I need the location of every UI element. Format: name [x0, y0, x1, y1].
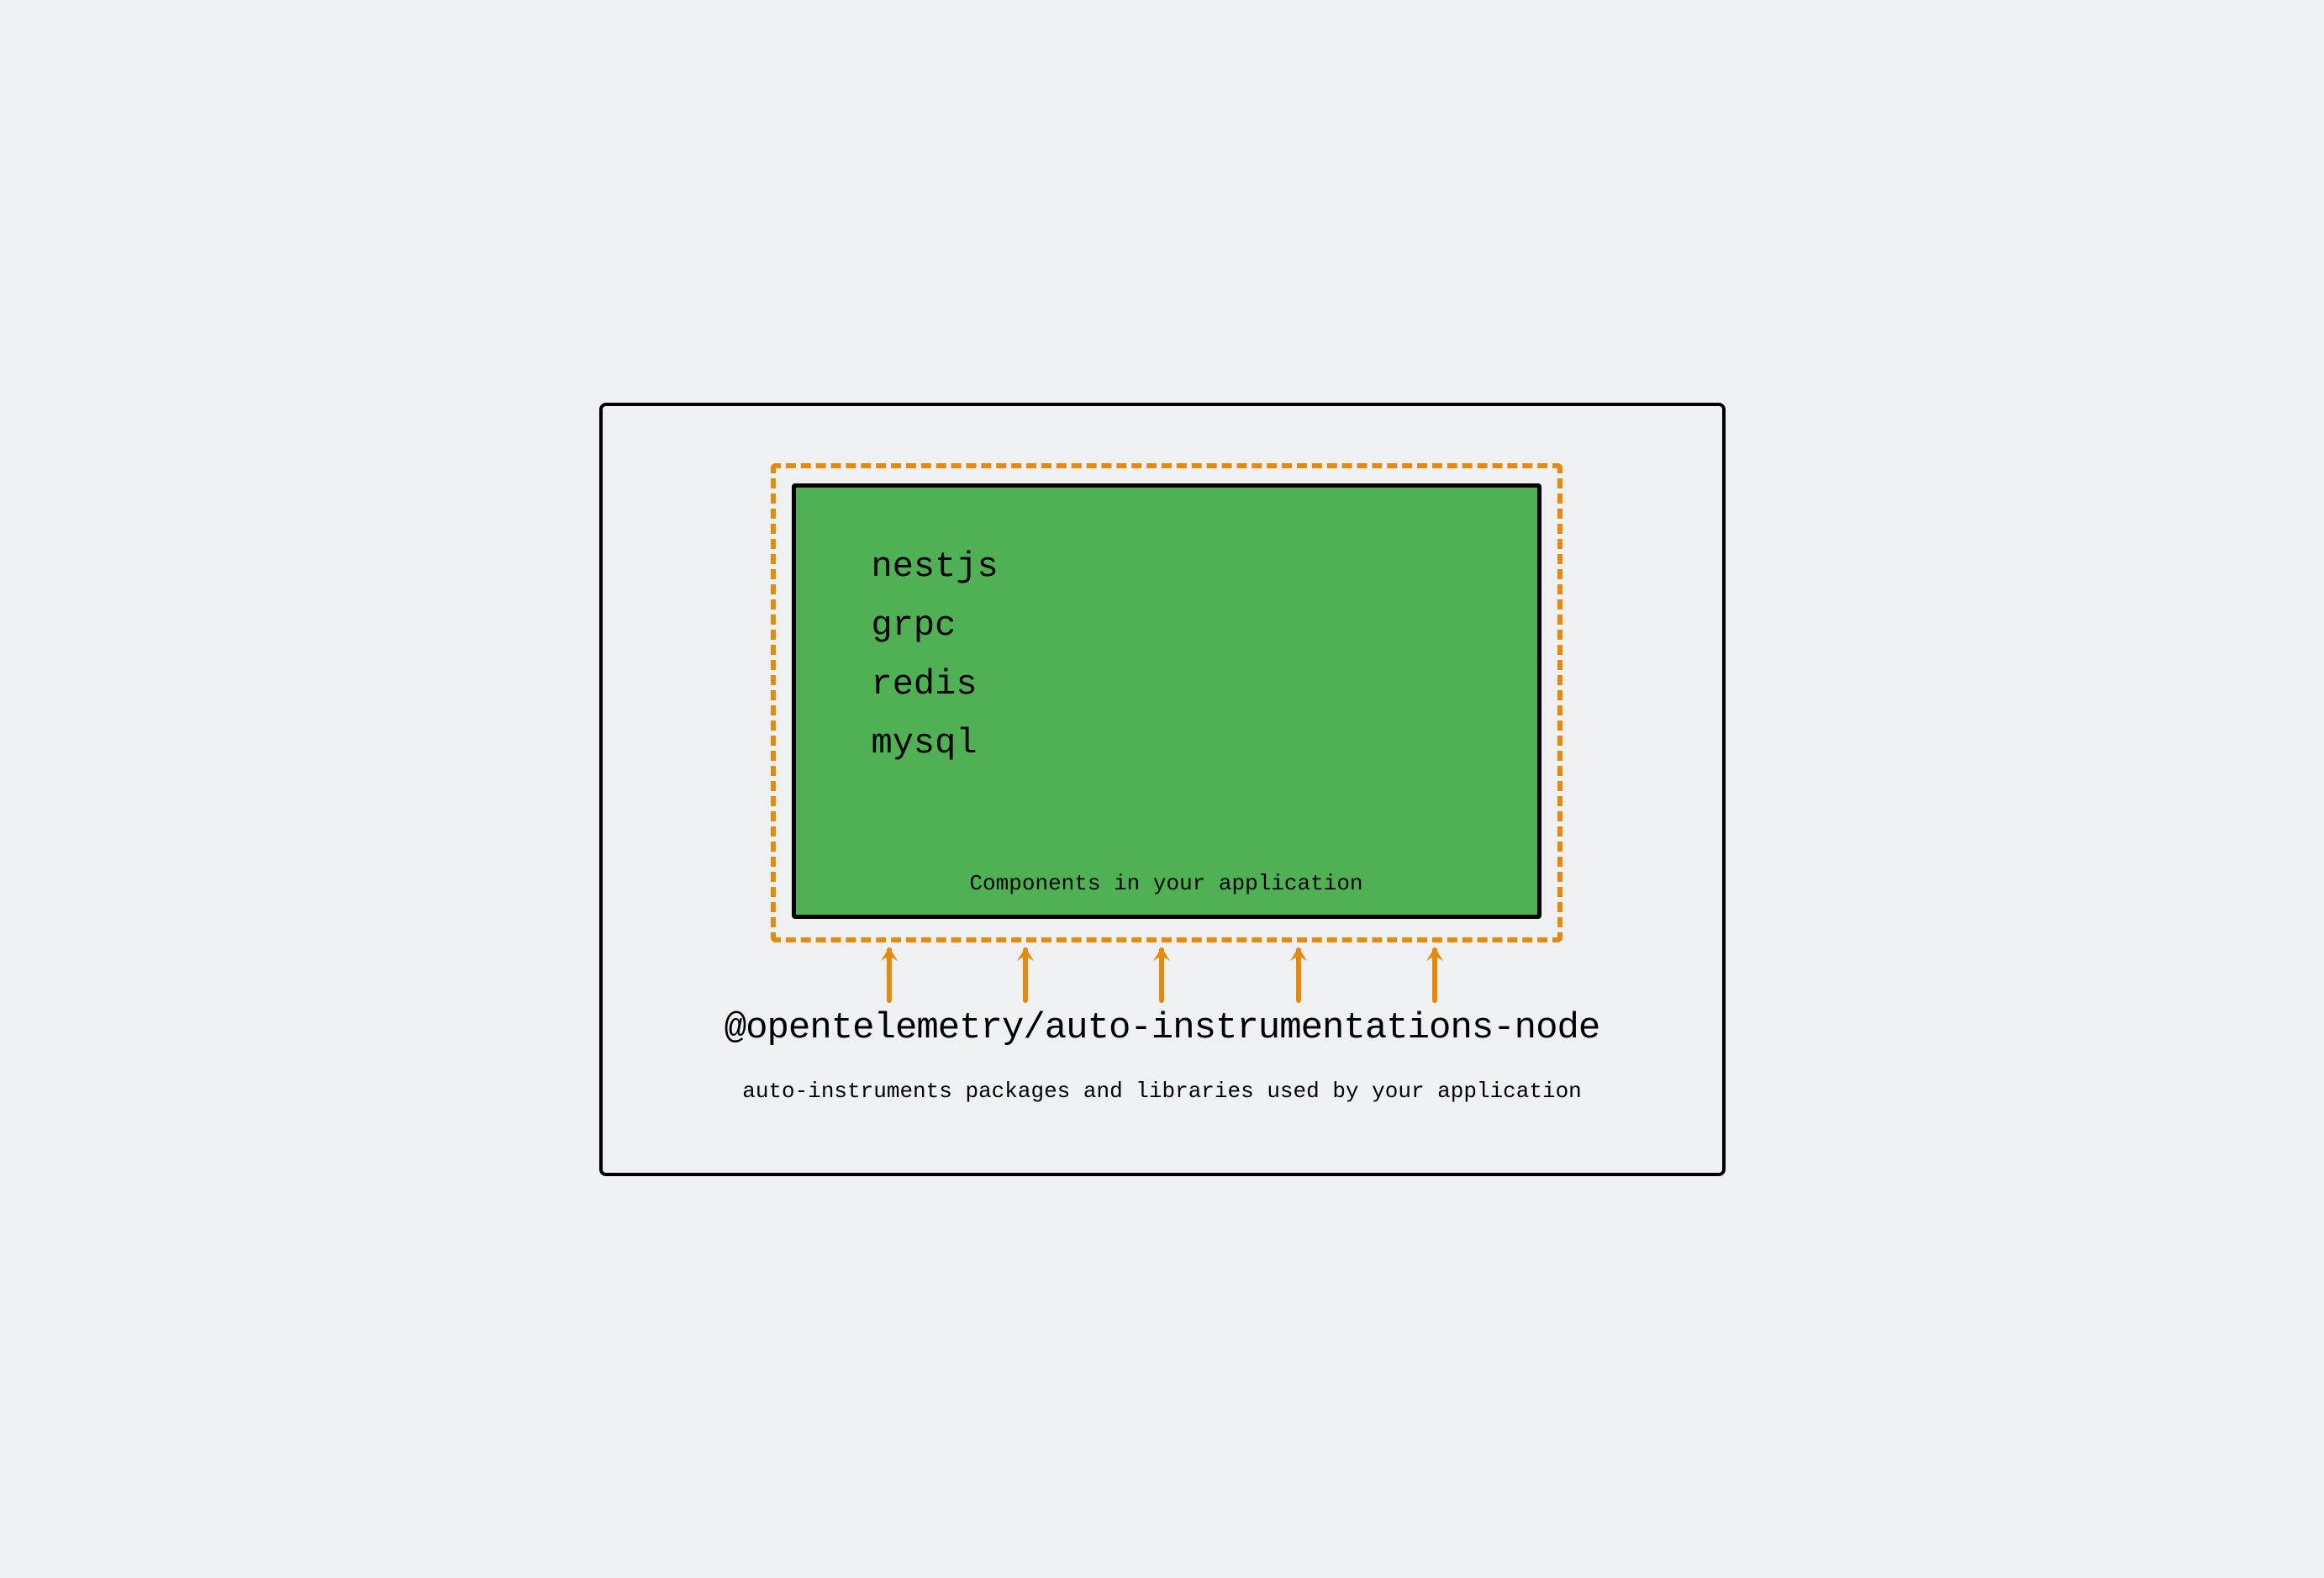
diagram-frame: nestjs grpc redis mysql Components in yo… — [599, 403, 1726, 1176]
diagram-description: auto-instruments packages and libraries … — [603, 1079, 1722, 1104]
package-name: @opentelemetry/auto-instrumentations-nod… — [603, 1007, 1722, 1049]
component-list: nestjs grpc redis mysql — [872, 546, 1462, 763]
arrows-row — [821, 946, 1504, 1005]
components-label: Components in your application — [796, 871, 1537, 896]
arrow-up-icon — [1286, 946, 1311, 1003]
arrow-up-icon — [1149, 946, 1174, 1003]
component-item: nestjs — [872, 546, 1462, 587]
component-item: mysql — [872, 723, 1462, 763]
component-item: redis — [872, 664, 1462, 705]
component-item: grpc — [872, 605, 1462, 646]
arrow-up-icon — [1013, 946, 1038, 1003]
arrow-up-icon — [1422, 946, 1447, 1003]
arrow-up-icon — [877, 946, 902, 1003]
application-box: nestjs grpc redis mysql Components in yo… — [792, 483, 1541, 919]
